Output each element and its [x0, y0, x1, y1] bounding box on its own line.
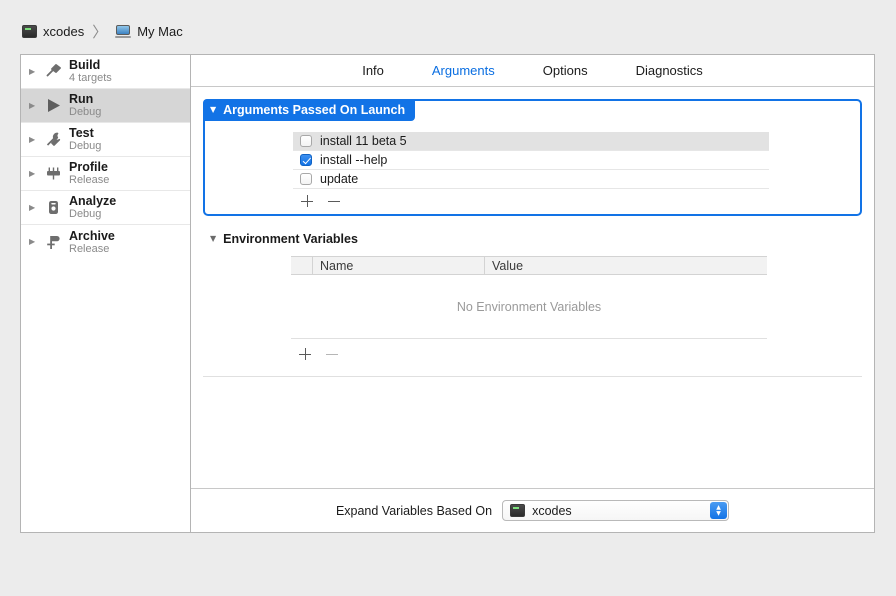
app-icon [510, 504, 526, 517]
mac-icon [115, 24, 132, 38]
table-row[interactable]: install --help [293, 151, 769, 170]
argument-checkbox[interactable] [300, 135, 312, 147]
chevron-right-icon[interactable]: ▶ [29, 67, 42, 76]
arguments-passed-on-launch-section: ▼ Arguments Passed On Launch install 11 … [203, 99, 862, 216]
sidebar-item-build-title: Build [69, 58, 101, 73]
add-environment-variable-button[interactable] [297, 346, 313, 362]
add-argument-button[interactable] [299, 193, 315, 209]
archive-flag-icon [42, 232, 64, 252]
argument-checkbox[interactable] [300, 173, 312, 185]
sidebar-item-archive-subtitle: Release [69, 242, 110, 255]
sidebar-item-run-subtitle: Debug [69, 106, 102, 119]
tab-options[interactable]: Options [543, 63, 588, 78]
sidebar-item-analyze-subtitle: Debug [69, 208, 102, 221]
play-icon [42, 96, 64, 116]
tab-bar: Info Arguments Options Diagnostics [191, 55, 874, 87]
section-divider [203, 376, 862, 377]
remove-argument-button[interactable] [326, 193, 342, 209]
chevron-right-icon[interactable]: ▶ [29, 238, 42, 246]
breadcrumb-destination-label: My Mac [137, 23, 183, 39]
disclosure-triangle-down-icon[interactable]: ▼ [210, 235, 216, 243]
argument-label[interactable]: update [320, 172, 358, 186]
sidebar-item-profile[interactable]: ▶ Profile Release [21, 157, 190, 191]
arguments-list: install 11 beta 5 install --help update [293, 132, 769, 189]
arguments-section-title: Arguments Passed On Launch [223, 103, 406, 117]
sidebar-item-test[interactable]: ▶ Test Debug [21, 123, 190, 157]
chevron-right-icon[interactable]: ▶ [29, 101, 42, 110]
gauge-icon [42, 164, 64, 184]
arguments-section-header[interactable]: ▼ Arguments Passed On Launch [203, 99, 416, 121]
breadcrumb-item-scheme[interactable]: xcodes [22, 24, 84, 39]
column-header-name[interactable]: Name [313, 257, 485, 274]
sidebar-item-build[interactable]: ▶ Build 4 targets [21, 55, 190, 89]
sidebar-item-run-title: Run [69, 92, 94, 107]
breadcrumb-item-destination[interactable]: My Mac [115, 24, 183, 39]
expand-variables-popup-button[interactable]: xcodes ▲ ▼ [502, 500, 730, 521]
editor-frame: ▶ Build 4 targets ▶ Run Debug ▶ Test Deb… [20, 54, 875, 533]
tab-info[interactable]: Info [362, 63, 384, 78]
breadcrumb-separator-icon: 〉 [92, 22, 108, 41]
sidebar-item-archive[interactable]: ▶ Archive Release [21, 225, 190, 259]
sidebar-item-test-title: Test [69, 126, 94, 141]
environment-variables-table: Name Value No Environment Variables [291, 256, 767, 362]
arguments-add-remove-bar [293, 193, 342, 209]
column-header-enabled[interactable] [291, 257, 313, 274]
sidebar-item-archive-title: Archive [69, 228, 115, 243]
environment-empty-state: No Environment Variables [291, 275, 767, 339]
sidebar-item-build-subtitle: 4 targets [69, 72, 112, 85]
sidebar-item-profile-subtitle: Release [69, 174, 110, 187]
environment-section-title: Environment Variables [223, 232, 358, 246]
detail-pane: Info Arguments Options Diagnostics ▼ Arg… [191, 55, 874, 532]
sidebar-item-analyze-title: Analyze [69, 194, 117, 209]
hammer-icon [42, 62, 64, 82]
app-icon [22, 24, 37, 38]
argument-checkbox[interactable] [300, 154, 312, 166]
environment-variables-header[interactable]: ▼ Environment Variables [203, 232, 862, 246]
expand-variables-label: Expand Variables Based On [335, 503, 493, 518]
disclosure-triangle-down-icon[interactable]: ▼ [210, 106, 216, 114]
chevron-right-icon[interactable]: ▶ [29, 135, 42, 144]
breadcrumb: xcodes 〉 My Mac [22, 20, 183, 42]
chevron-right-icon[interactable]: ▶ [29, 203, 42, 212]
chevron-up-down-icon[interactable]: ▲ ▼ [710, 502, 728, 519]
table-header-row: Name Value [291, 256, 767, 275]
dialog-button-bar: Duplicate Scheme Manage Schemes... Share… [0, 534, 896, 596]
breadcrumb-scheme-label: xcodes [43, 23, 85, 39]
magnifier-icon [42, 198, 64, 218]
expand-variables-bar: Expand Variables Based On xcodes ▲ ▼ [191, 488, 874, 532]
sidebar-item-profile-title: Profile [69, 160, 108, 175]
sidebar-item-test-subtitle: Debug [69, 140, 102, 153]
argument-label[interactable]: install --help [320, 153, 387, 167]
sidebar-item-run[interactable]: ▶ Run Debug [21, 89, 190, 123]
table-row[interactable]: install 11 beta 5 [293, 132, 769, 151]
table-row[interactable]: update [293, 170, 769, 189]
scheme-actions-sidebar: ▶ Build 4 targets ▶ Run Debug ▶ Test Deb… [21, 55, 191, 532]
expand-variables-selected-value: xcodes [532, 503, 572, 518]
environment-add-remove-bar [291, 339, 767, 362]
wrench-icon [42, 130, 64, 150]
arguments-pane: ▼ Arguments Passed On Launch install 11 … [191, 87, 874, 488]
column-header-value[interactable]: Value [485, 257, 767, 274]
remove-environment-variable-button [324, 346, 340, 362]
scheme-editor-window: xcodes 〉 My Mac ▶ Build 4 targets ▶ Run … [0, 0, 896, 596]
tab-diagnostics[interactable]: Diagnostics [636, 63, 703, 78]
sidebar-item-analyze[interactable]: ▶ Analyze Debug [21, 191, 190, 225]
chevron-right-icon[interactable]: ▶ [29, 169, 42, 178]
tab-arguments[interactable]: Arguments [432, 63, 495, 78]
argument-label[interactable]: install 11 beta 5 [320, 134, 407, 148]
